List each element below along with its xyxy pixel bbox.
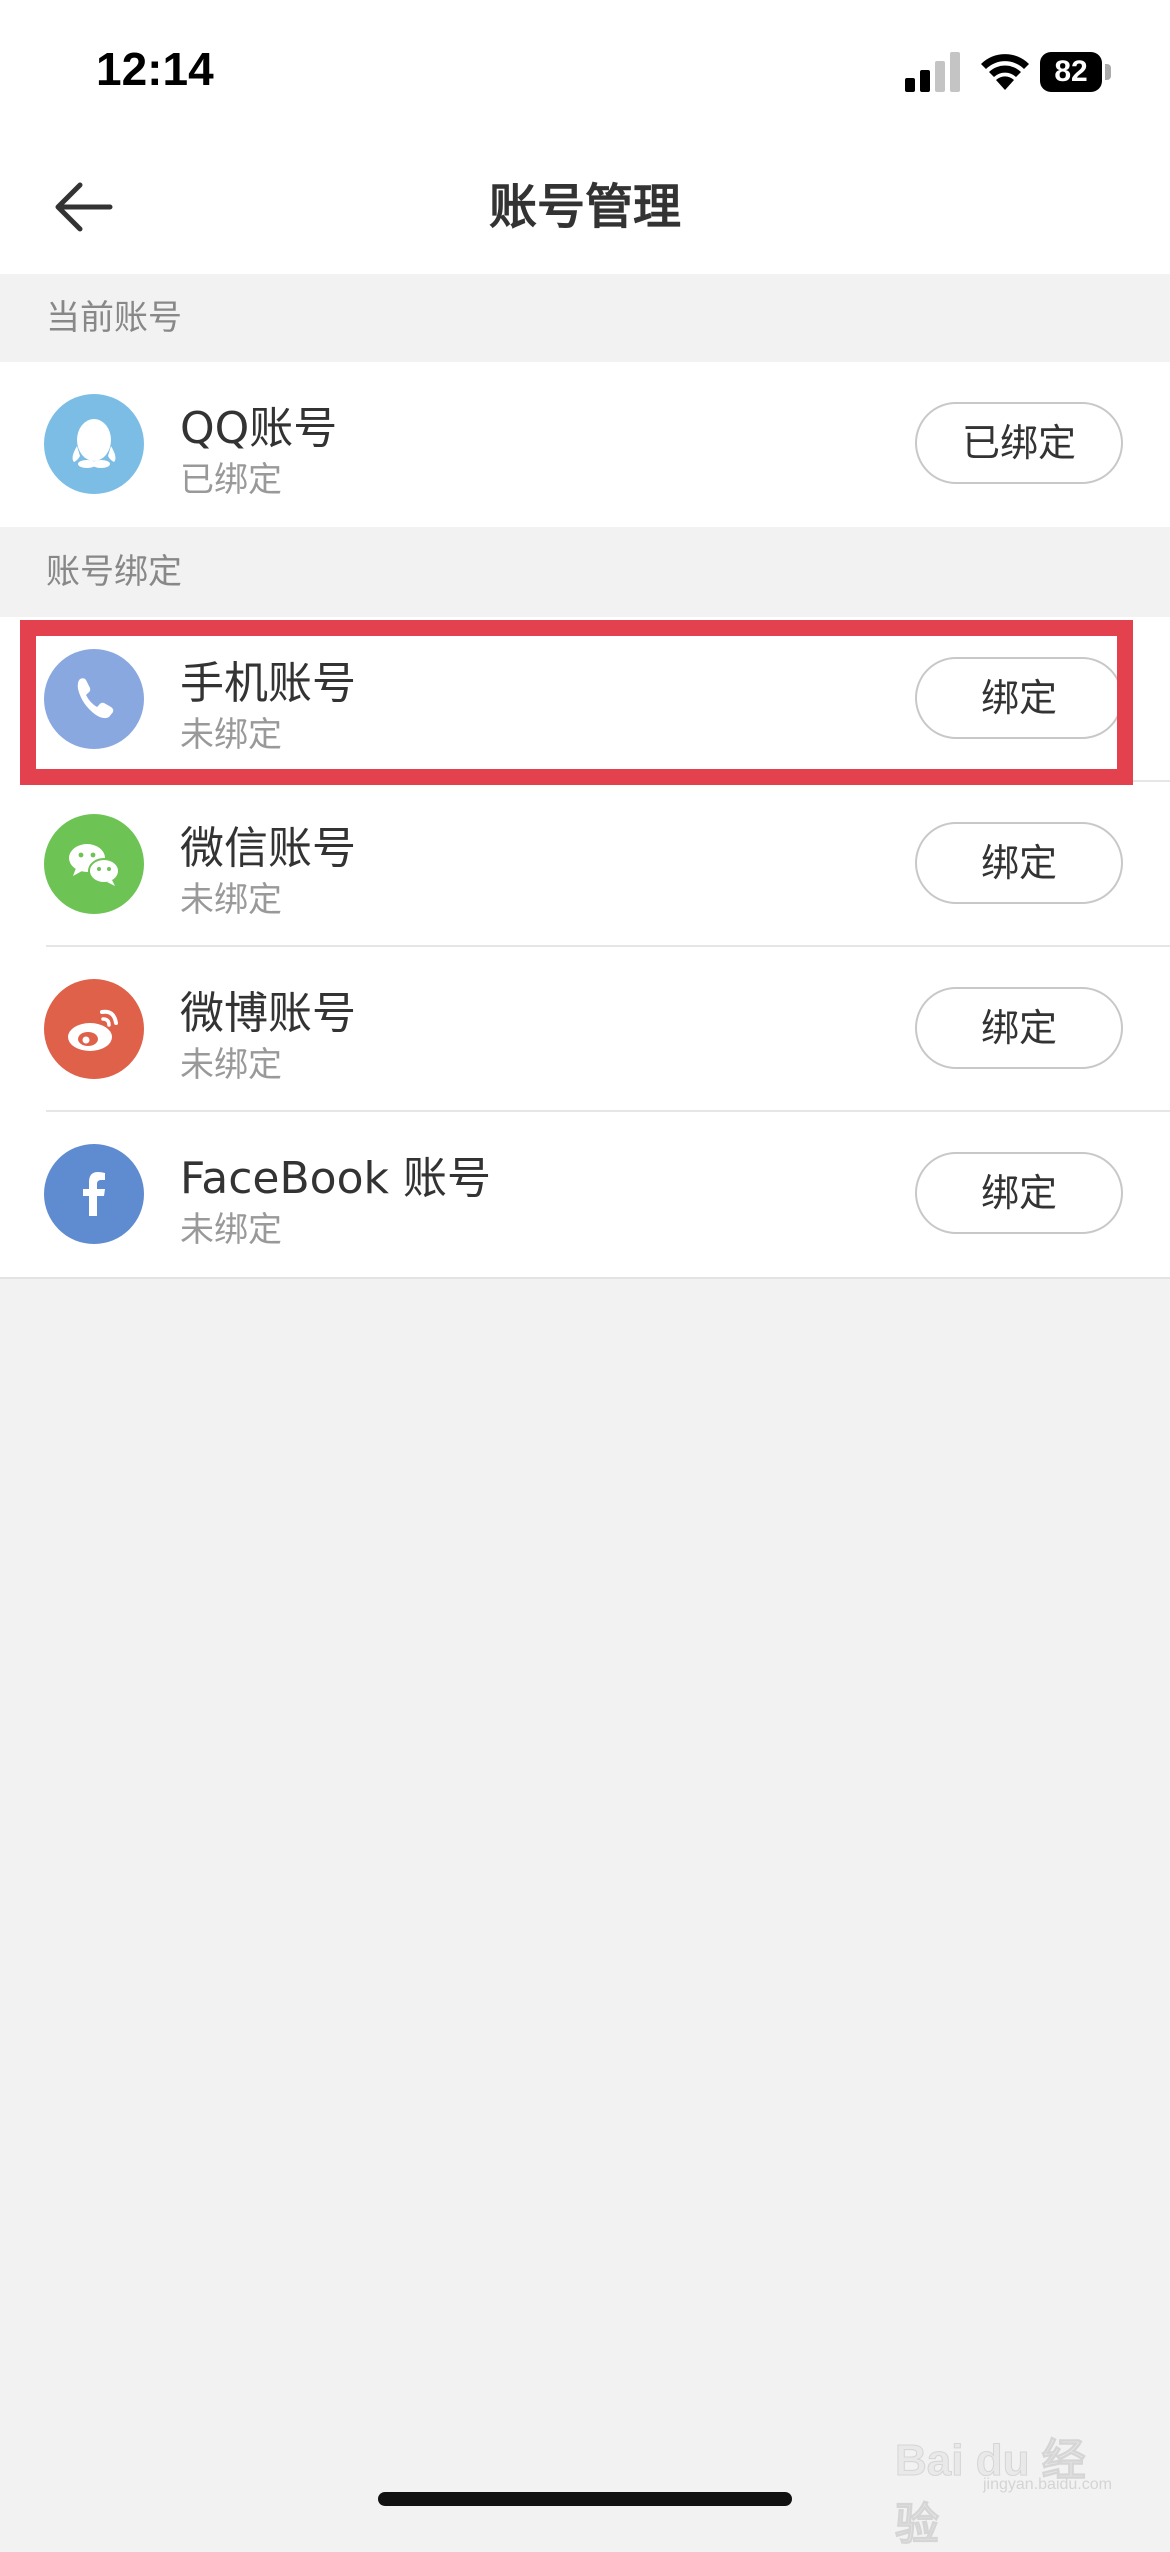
account-row-qq: QQ账号 已绑定 已绑定 [0,362,1170,527]
account-status: 未绑定 [180,1045,282,1085]
account-title: QQ账号 [180,403,338,454]
facebook-icon [44,1144,144,1244]
account-title: 微博账号 [180,988,356,1039]
nav-bar: 账号管理 [0,140,1170,274]
arrow-left-icon [55,182,113,232]
battery-indicator: 82 [1040,52,1112,92]
phone-icon [44,649,144,749]
account-status: 已绑定 [180,460,282,500]
weibo-icon [44,979,144,1079]
bind-phone-button[interactable]: 绑定 [915,657,1123,739]
account-status: 未绑定 [180,715,282,755]
account-title: 手机账号 [180,658,356,709]
battery-level: 82 [1040,52,1102,92]
bind-weibo-button[interactable]: 绑定 [915,987,1123,1069]
account-title: FaceBook 账号 [180,1153,491,1204]
list-bottom-divider [0,1277,1170,1279]
status-time: 12:14 [96,43,214,95]
account-row-wechat: 微信账号 未绑定 绑定 [0,782,1170,947]
section-header-current: 当前账号 [0,274,1170,362]
home-indicator[interactable] [378,2492,792,2506]
back-button[interactable] [40,170,130,244]
wifi-icon [981,54,1029,90]
section-header-binding: 账号绑定 [0,527,1170,617]
wechat-icon [44,814,144,914]
watermark-sub: jingyan.baidu.com [983,2476,1112,2493]
account-row-phone: 手机账号 未绑定 绑定 [0,617,1170,782]
page-title: 账号管理 [488,179,681,235]
qq-icon [44,394,144,494]
cellular-signal-icon [905,52,960,92]
account-row-weibo: 微博账号 未绑定 绑定 [0,947,1170,1112]
account-status: 未绑定 [180,880,282,920]
account-row-facebook: FaceBook 账号 未绑定 绑定 [0,1112,1170,1277]
bind-facebook-button[interactable]: 绑定 [915,1152,1123,1234]
battery-tip [1105,64,1111,80]
account-status: 未绑定 [180,1210,282,1250]
bound-button[interactable]: 已绑定 [915,402,1123,484]
baidu-jingyan-watermark: Bai du 经验 jingyan.baidu.com [895,2420,1112,2550]
account-title: 微信账号 [180,823,356,874]
bind-wechat-button[interactable]: 绑定 [915,822,1123,904]
status-bar: 12:14 82 [0,0,1170,140]
